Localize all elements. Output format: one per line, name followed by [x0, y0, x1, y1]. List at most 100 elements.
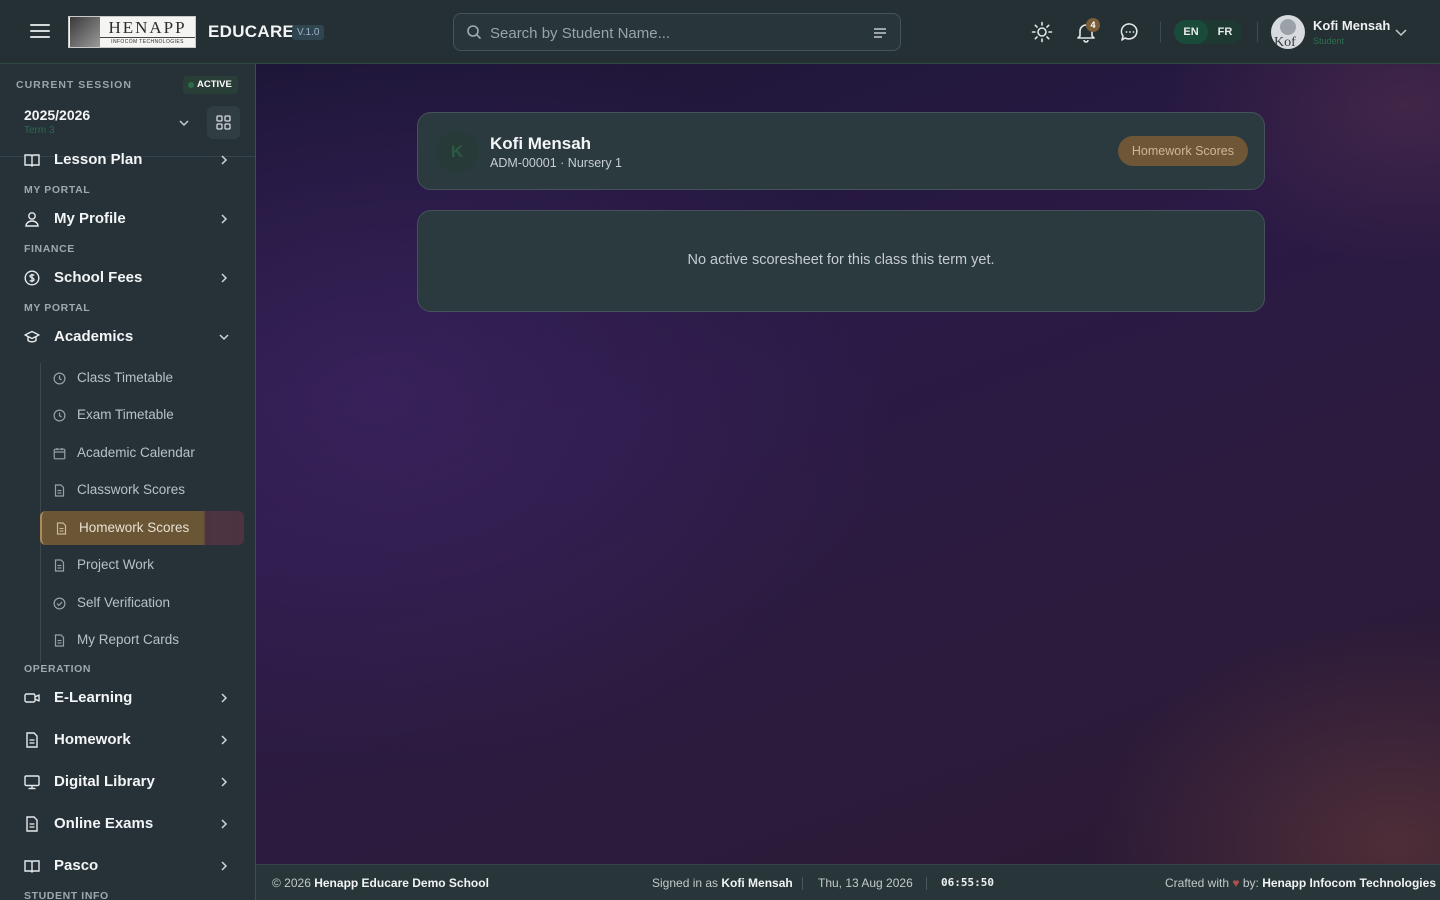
footer-date: Thu, 13 Aug 2026: [818, 876, 913, 890]
submenu-label: Homework Scores: [79, 520, 190, 535]
divider: [802, 877, 803, 890]
submenu-class-timetable[interactable]: Class Timetable: [40, 361, 244, 395]
check-circle-icon: [53, 597, 66, 610]
section-header: OPERATION: [24, 663, 92, 675]
dollar-circle-icon: [24, 270, 40, 286]
submenu-label: My Report Cards: [77, 632, 180, 647]
language-fr[interactable]: FR: [1208, 20, 1242, 44]
divider: [1160, 22, 1161, 42]
company-logo[interactable]: HENAPP INFOCOM TECHNOLOGIES: [68, 16, 196, 48]
chevron-right-icon: [221, 735, 228, 745]
document-icon: [26, 816, 38, 832]
sidebar-item-school-fees[interactable]: School Fees: [16, 261, 240, 295]
notification-count-badge: 4: [1086, 18, 1100, 32]
filter-icon[interactable]: [872, 25, 888, 41]
theme-sun-icon[interactable]: [1031, 21, 1053, 43]
video-camera-icon: [24, 693, 40, 703]
submenu-label: Academic Calendar: [77, 445, 195, 460]
submenu-homework-scores[interactable]: Homework Scores: [40, 511, 244, 545]
submenu-my-report-cards[interactable]: My Report Cards: [40, 623, 244, 657]
section-header: STUDENT INFO: [24, 890, 109, 900]
sidebar-item-lesson-plan[interactable]: Lesson Plan: [16, 143, 240, 177]
section-header: FINANCE: [24, 243, 75, 255]
sidebar-item-digital-library[interactable]: Digital Library: [16, 765, 240, 799]
chevron-right-icon: [221, 155, 228, 165]
search-input[interactable]: [490, 22, 860, 44]
chevron-right-icon: [221, 693, 228, 703]
submenu-project-work[interactable]: Project Work: [40, 548, 244, 582]
sidebar-item-label: Lesson Plan: [54, 151, 143, 168]
chevron-right-icon: [221, 777, 228, 787]
monitor-icon: [24, 775, 40, 790]
user-icon: [25, 212, 39, 227]
divider: [926, 877, 927, 890]
session-status-badge: ACTIVE: [183, 76, 238, 94]
divider: [1257, 22, 1258, 42]
crafted-by-label: by:: [1242, 876, 1259, 890]
submenu-classwork-scores[interactable]: Classwork Scores: [40, 473, 244, 507]
student-initial-avatar: K: [436, 131, 478, 173]
clock-icon: [53, 409, 66, 422]
signed-in-prefix: Signed in as: [652, 876, 719, 890]
clock-icon: [53, 372, 66, 385]
logo-text: HENAPP: [100, 18, 195, 38]
graduation-cap-icon: [24, 330, 40, 343]
chevron-down-icon[interactable]: [177, 116, 191, 130]
submenu-self-verification[interactable]: Self Verification: [40, 586, 244, 620]
student-meta: ADM-00001 · Nursery 1: [490, 156, 622, 170]
user-name[interactable]: Kofi Mensah: [1313, 18, 1390, 33]
book-open-icon: [24, 860, 40, 873]
chevron-down-icon[interactable]: [1394, 26, 1408, 38]
school-name: Henapp Educare Demo School: [314, 876, 489, 890]
calendar-icon: [53, 448, 66, 460]
logo-mark: [70, 17, 100, 47]
language-en[interactable]: EN: [1174, 20, 1208, 44]
signed-in-info: Signed in as Kofi Mensah: [652, 876, 793, 890]
crafted-by: Crafted with ♥ by: Henapp Infocom Techno…: [1165, 876, 1436, 890]
user-role: Student: [1313, 36, 1345, 46]
version-badge: V.1.0: [292, 25, 325, 40]
session-label: CURRENT SESSION: [16, 79, 132, 91]
sidebar-item-label: Homework: [54, 731, 131, 748]
page-type-pill[interactable]: Homework Scores: [1117, 136, 1248, 166]
submenu-exam-timetable[interactable]: Exam Timetable: [40, 398, 244, 432]
document-icon: [56, 522, 67, 535]
sidebar-item-e-learning[interactable]: E-Learning: [16, 681, 240, 715]
empty-state-message: No active scoresheet for this class this…: [687, 252, 995, 268]
sidebar-item-label: E-Learning: [54, 689, 133, 706]
document-icon: [54, 559, 65, 572]
submenu-label: Project Work: [77, 557, 155, 572]
chat-bubble-icon[interactable]: [1119, 21, 1141, 43]
copyright: © 2026 Henapp Educare Demo School: [272, 876, 489, 890]
company-link[interactable]: Henapp Infocom Technologies: [1262, 876, 1436, 890]
sidebar-item-label: My Profile: [54, 210, 126, 227]
footer: © 2026 Henapp Educare Demo School Signed…: [256, 864, 1440, 900]
user-avatar[interactable]: Kof: [1271, 15, 1305, 49]
sidebar-item-academics[interactable]: Academics: [16, 320, 240, 354]
chevron-right-icon: [221, 861, 228, 871]
hamburger-menu-icon[interactable]: [28, 20, 52, 44]
grid-icon: [216, 115, 231, 130]
top-bar: HENAPP INFOCOM TECHNOLOGIES EDUCARE V.1.…: [0, 0, 1440, 64]
document-icon: [54, 634, 65, 647]
student-search: [453, 13, 901, 51]
app-name: EDUCARE: [208, 22, 295, 41]
sidebar-item-label: Academics: [54, 328, 134, 345]
chevron-right-icon: [221, 273, 228, 283]
student-name: Kofi Mensah: [490, 134, 592, 153]
document-icon: [26, 732, 38, 748]
heart-icon: ♥: [1232, 876, 1240, 890]
sidebar-item-label: Online Exams: [54, 815, 154, 832]
sidebar-item-label: School Fees: [54, 269, 143, 286]
submenu-academic-calendar[interactable]: Academic Calendar: [40, 436, 244, 470]
sidebar-item-pasco[interactable]: Pasco: [16, 849, 240, 883]
sidebar-item-homework[interactable]: Homework: [16, 723, 240, 757]
submenu-label: Exam Timetable: [77, 407, 174, 422]
submenu-label: Self Verification: [77, 595, 171, 610]
sidebar-item-my-profile[interactable]: My Profile: [16, 202, 240, 236]
chevron-down-icon: [219, 334, 229, 341]
sidebar-item-online-exams[interactable]: Online Exams: [16, 807, 240, 841]
apps-grid-button[interactable]: [207, 106, 240, 139]
session-selector[interactable]: 2025/2026 Term 3: [16, 102, 196, 142]
sidebar-item-label: Pasco: [54, 857, 99, 874]
